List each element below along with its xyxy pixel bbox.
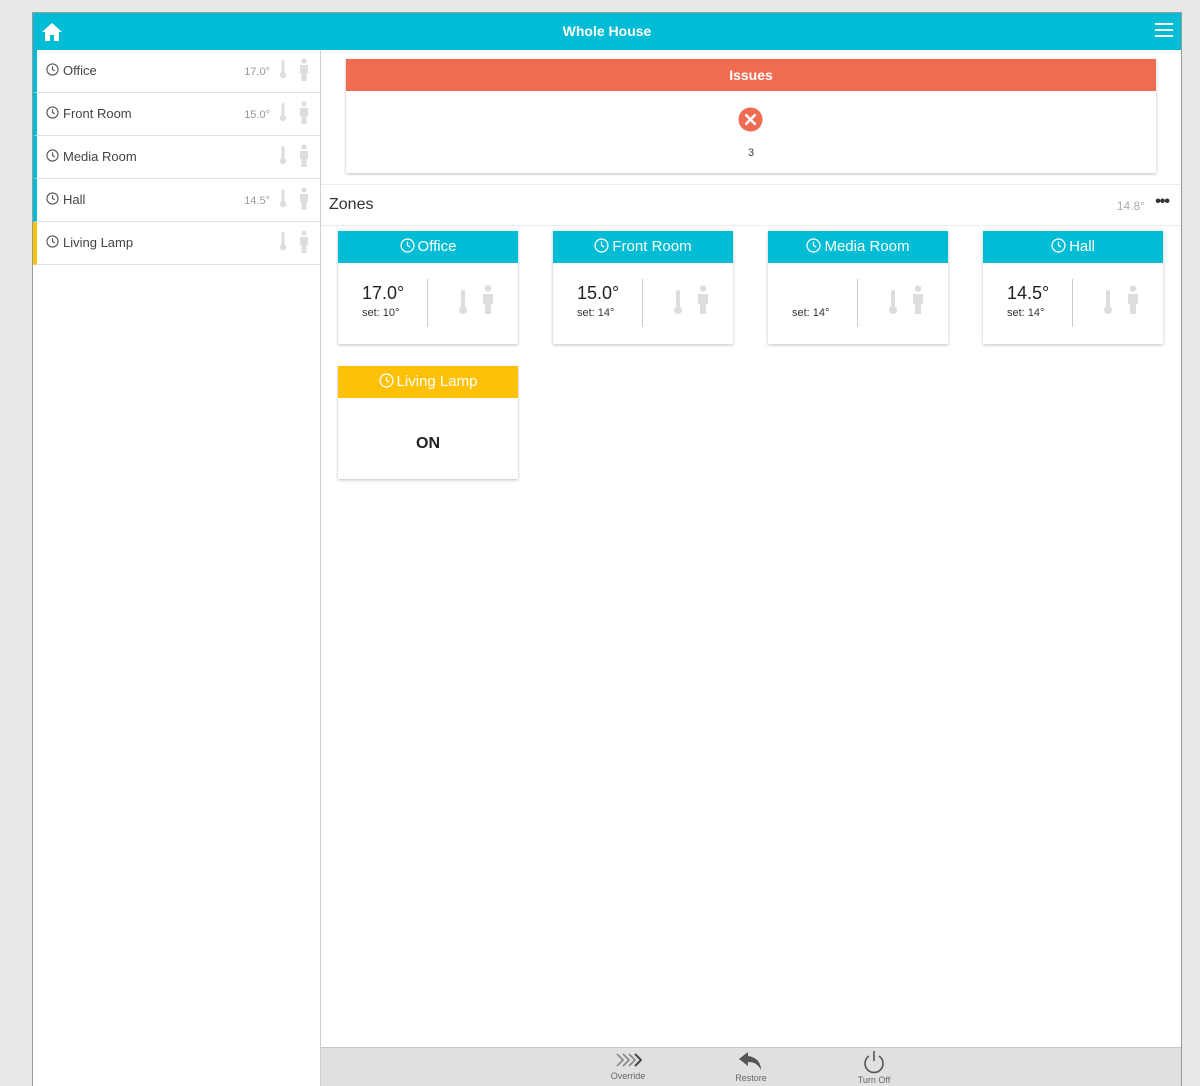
zones-label: Zones — [329, 196, 374, 213]
zones-header: Zones 14.8° ••• — [321, 184, 1181, 226]
sidebar-item-media-room[interactable]: Media Room — [33, 136, 320, 179]
override-icon — [616, 1053, 642, 1067]
person-icon — [300, 58, 308, 81]
issues-count: 3 — [747, 147, 755, 159]
zone-card-temp: 14.5° — [1007, 283, 1050, 303]
app-window: Whole House Office 17.0° Front Room 15.0… — [32, 12, 1182, 1086]
zone-card-office[interactable]: Office 17.0° set: 10° — [338, 231, 518, 344]
person-icon — [300, 101, 308, 124]
zone-card-header: Office — [338, 231, 518, 263]
zone-card-header: Front Room — [553, 231, 733, 263]
zone-card-setpoint: set: 14° — [792, 307, 830, 319]
zone-card-setpoint: set: 14° — [1007, 307, 1045, 319]
zone-card-setpoint: set: 14° — [577, 307, 615, 319]
clock-icon — [46, 63, 59, 76]
thermometer-icon — [279, 232, 287, 251]
power-icon — [864, 1051, 884, 1074]
sidebar-item-living-lamp[interactable]: Living Lamp — [33, 222, 320, 265]
sidebar-item-temp: 17.0° — [244, 66, 270, 78]
divider — [642, 279, 643, 327]
zone-card-hall[interactable]: Hall 14.5° set: 14° — [983, 231, 1163, 344]
turn-off-button[interactable]: Turn Off — [844, 1048, 904, 1086]
person-icon — [913, 285, 923, 314]
override-label: Override — [610, 1071, 646, 1081]
person-icon — [1128, 285, 1138, 314]
sidebar-item-front-room[interactable]: Front Room 15.0° — [33, 93, 320, 136]
error-icon[interactable] — [738, 107, 763, 132]
zone-card-title: Front Room — [612, 238, 692, 255]
override-button[interactable]: Override — [598, 1048, 658, 1086]
sidebar-item-label: Living Lamp — [63, 235, 134, 250]
zone-card-title: Hall — [1069, 238, 1095, 255]
zone-card-temp: 15.0° — [577, 283, 620, 303]
divider — [427, 279, 428, 327]
sidebar-item-temp: 14.5° — [244, 195, 270, 207]
clock-icon — [399, 238, 415, 253]
zone-card-header: Hall — [983, 231, 1163, 263]
page-title: Whole House — [562, 23, 652, 39]
zone-card-title: Media Room — [824, 238, 910, 255]
zone-card-living-lamp[interactable]: Living Lamp ON — [338, 366, 518, 479]
clock-icon — [46, 106, 59, 119]
clock-icon — [1051, 238, 1066, 253]
zone-card-header: Living Lamp — [338, 366, 518, 398]
thermometer-icon — [459, 290, 467, 314]
zones-temp: 14.8° — [1116, 199, 1145, 213]
clock-icon — [594, 238, 609, 253]
zone-card-title: Living Lamp — [396, 373, 478, 390]
restore-button[interactable]: Restore — [721, 1048, 781, 1086]
clock-icon — [806, 238, 822, 253]
thermometer-icon — [889, 290, 897, 314]
zone-card-front-room[interactable]: Front Room 15.0° set: 14° — [553, 231, 733, 344]
thermometer-icon — [279, 60, 287, 79]
zone-card-temp: 17.0° — [362, 283, 405, 303]
sidebar-item-label: Office — [63, 63, 97, 78]
clock-icon — [378, 373, 394, 388]
top-bar: Whole House — [33, 13, 1181, 50]
hamburger-menu-icon[interactable] — [1155, 23, 1173, 39]
issues-panel: Issues 3 — [346, 59, 1156, 173]
issues-header: Issues — [346, 59, 1156, 91]
sidebar-item-temp: 15.0° — [244, 109, 270, 121]
person-icon — [698, 285, 708, 314]
sidebar-item-hall[interactable]: Hall 14.5° — [33, 179, 320, 222]
clock-icon — [46, 149, 59, 162]
thermometer-icon — [1104, 290, 1112, 314]
thermometer-icon — [279, 103, 287, 122]
sidebar-item-label: Front Room — [63, 106, 132, 121]
divider — [1072, 279, 1073, 327]
zone-card-setpoint: set: 10° — [362, 307, 400, 319]
person-icon — [300, 187, 308, 210]
sidebar-item-office[interactable]: Office 17.0° — [33, 50, 320, 93]
zone-card-title: Office — [417, 238, 457, 255]
more-options-icon[interactable]: ••• — [1155, 193, 1170, 211]
lamp-state: ON — [416, 435, 440, 452]
bottom-toolbar: Override Restore Turn Off — [321, 1047, 1181, 1086]
sidebar-item-label: Hall — [63, 192, 86, 207]
person-icon — [300, 230, 308, 253]
thermometer-icon — [674, 290, 682, 314]
sidebar: Office 17.0° Front Room 15.0° Media Room… — [33, 50, 321, 1086]
divider — [857, 279, 858, 327]
person-icon — [483, 285, 493, 314]
restore-label: Restore — [735, 1073, 767, 1083]
main-panel: Issues 3 Zones 14.8° ••• Office 17.0° se… — [321, 50, 1181, 1086]
clock-icon — [46, 192, 59, 205]
clock-icon — [46, 235, 59, 248]
thermometer-icon — [279, 189, 287, 208]
zone-card-media-room[interactable]: Media Room set: 14° — [768, 231, 948, 344]
undo-icon — [739, 1052, 761, 1070]
thermometer-icon — [279, 146, 287, 165]
zone-card-header: Media Room — [768, 231, 948, 263]
turn-off-label: Turn Off — [857, 1075, 891, 1085]
person-icon — [300, 144, 308, 167]
sidebar-item-label: Media Room — [63, 149, 137, 164]
